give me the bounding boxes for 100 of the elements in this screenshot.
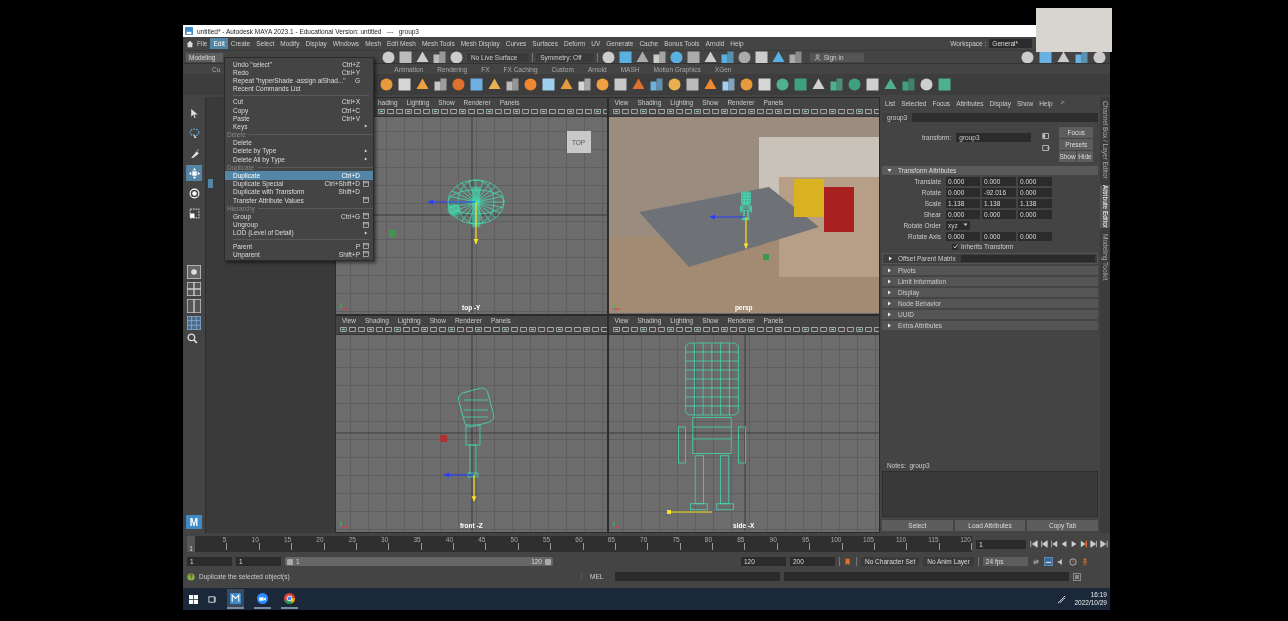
panel-tool-icon[interactable] bbox=[378, 108, 385, 115]
modeling-tool-icon[interactable] bbox=[847, 77, 862, 92]
inherits-transform-checkbox[interactable] bbox=[952, 243, 958, 250]
shelf-tool-icon[interactable] bbox=[469, 77, 484, 92]
wireframe-robot-drawing[interactable] bbox=[677, 342, 746, 511]
sound-icon[interactable] bbox=[1056, 557, 1065, 566]
collapse-arrow-icon[interactable] bbox=[887, 268, 892, 273]
video-call-app-icon[interactable] bbox=[257, 592, 268, 604]
render-tool-icon[interactable] bbox=[753, 49, 769, 65]
panel-tool-icon[interactable] bbox=[666, 326, 674, 333]
render-tool-icon[interactable] bbox=[787, 49, 803, 65]
wireframe-robot-drawing[interactable] bbox=[739, 191, 752, 221]
key-forward-icon[interactable] bbox=[1080, 540, 1088, 548]
key-settings-icon[interactable] bbox=[1043, 557, 1053, 566]
browser-app-icon[interactable] bbox=[284, 592, 295, 604]
modeling-tool-icon[interactable] bbox=[919, 77, 934, 92]
panel-tool-icon[interactable] bbox=[801, 326, 809, 333]
pivot-handle[interactable] bbox=[440, 435, 447, 442]
panel-tool-icon[interactable] bbox=[774, 326, 782, 333]
panel-tool-icon[interactable] bbox=[405, 108, 412, 115]
shelf-tool-icon[interactable] bbox=[559, 77, 574, 92]
task-view-icon[interactable] bbox=[208, 594, 217, 604]
step-forward-icon[interactable] bbox=[1090, 540, 1098, 548]
option-box-icon[interactable] bbox=[363, 213, 369, 220]
panel-tool-icon[interactable] bbox=[828, 326, 836, 333]
render-tool-icon[interactable] bbox=[617, 49, 633, 65]
panel-tool-icon[interactable] bbox=[747, 108, 755, 115]
panel-tool-icon[interactable] bbox=[801, 108, 809, 115]
maya-logo[interactable]: M bbox=[186, 515, 202, 529]
panel-tool-icon[interactable] bbox=[693, 108, 701, 115]
layout-tool-icon[interactable] bbox=[1092, 49, 1107, 65]
panel-tool-icon[interactable] bbox=[774, 108, 782, 115]
modeling-tool-icon[interactable] bbox=[937, 77, 952, 92]
layout-tool-icon[interactable] bbox=[1074, 49, 1089, 65]
skip-end-icon[interactable] bbox=[1100, 540, 1108, 548]
panel-tool-icon[interactable] bbox=[828, 108, 836, 115]
panel-tool-icon[interactable] bbox=[421, 326, 428, 333]
move-manipulator-drawing[interactable] bbox=[443, 472, 477, 502]
collapse-arrow-icon[interactable] bbox=[887, 279, 892, 284]
snap-tool-icon[interactable] bbox=[398, 49, 413, 65]
snap-tool-icon[interactable] bbox=[432, 49, 447, 65]
shelf-tool-icon[interactable] bbox=[433, 77, 448, 92]
modeling-tool-icon[interactable] bbox=[829, 77, 844, 92]
panel-tool-icon[interactable] bbox=[540, 108, 547, 115]
shelf-tool-icon[interactable] bbox=[379, 77, 394, 92]
character-icon[interactable] bbox=[1080, 557, 1089, 566]
panel-tool-icon[interactable] bbox=[747, 326, 755, 333]
panel-tool-icon[interactable] bbox=[666, 108, 674, 115]
shelf-tool-icon[interactable] bbox=[451, 77, 466, 92]
option-box-icon[interactable] bbox=[363, 251, 369, 258]
panel-tool-icon[interactable] bbox=[340, 326, 347, 333]
layout-tool-icon[interactable] bbox=[1056, 49, 1071, 65]
option-box-icon[interactable] bbox=[363, 243, 369, 250]
wireframe-ball-drawing[interactable] bbox=[447, 179, 505, 228]
move-tool[interactable] bbox=[186, 165, 202, 181]
scale-manipulator-drawing[interactable] bbox=[666, 510, 713, 514]
key-back-icon[interactable] bbox=[1050, 540, 1058, 548]
layout-tool-icon[interactable] bbox=[1020, 49, 1035, 65]
move-manipulator-drawing[interactable] bbox=[708, 214, 748, 250]
wireframe-robot-side-drawing[interactable] bbox=[456, 386, 496, 478]
panel-tool-icon[interactable] bbox=[529, 326, 536, 333]
render-tool-icon[interactable] bbox=[719, 49, 735, 65]
shelf-tool-icon[interactable] bbox=[523, 77, 538, 92]
play-back-icon[interactable] bbox=[1060, 540, 1068, 548]
modeling-tool-icon[interactable] bbox=[811, 77, 826, 92]
option-box-icon[interactable] bbox=[363, 197, 369, 204]
expand-arrow-icon[interactable] bbox=[887, 168, 892, 173]
move-manipulator-drawing[interactable] bbox=[427, 199, 479, 245]
shelf-tool-icon[interactable] bbox=[667, 77, 682, 92]
render-tool-icon[interactable] bbox=[685, 49, 701, 65]
output-connection-icon[interactable] bbox=[1042, 144, 1051, 152]
option-box-icon[interactable] bbox=[363, 221, 369, 228]
panel-tool-icon[interactable] bbox=[486, 108, 493, 115]
collapse-arrow-icon[interactable] bbox=[887, 290, 892, 295]
snap-tool-icon[interactable] bbox=[449, 49, 464, 65]
panel-tool-icon[interactable] bbox=[720, 326, 728, 333]
shelf-tool-icon[interactable] bbox=[757, 77, 772, 92]
modeling-tool-icon[interactable] bbox=[901, 77, 916, 92]
shelf-tool-icon[interactable] bbox=[505, 77, 520, 92]
panel-tool-icon[interactable] bbox=[432, 108, 439, 115]
modeling-tool-icon[interactable] bbox=[793, 77, 808, 92]
shelf-tool-icon[interactable] bbox=[703, 77, 718, 92]
render-tool-icon[interactable] bbox=[600, 49, 616, 65]
panel-tool-icon[interactable] bbox=[693, 326, 701, 333]
panel-tool-icon[interactable] bbox=[475, 326, 482, 333]
maya-app-icon[interactable] bbox=[230, 592, 241, 604]
play-icon[interactable] bbox=[1070, 540, 1078, 548]
pin-icon[interactable] bbox=[1058, 100, 1065, 106]
layout-single-icon[interactable] bbox=[187, 265, 201, 279]
shelf-tool-icon[interactable] bbox=[415, 77, 430, 92]
skip-start-icon[interactable] bbox=[1030, 540, 1038, 548]
bookmark-icon[interactable] bbox=[844, 557, 852, 566]
modeling-tool-icon[interactable] bbox=[775, 77, 790, 92]
shelf-tool-icon[interactable] bbox=[541, 77, 556, 92]
anim-preferences-icon[interactable] bbox=[1068, 557, 1077, 566]
input-connection-icon[interactable] bbox=[1042, 132, 1051, 140]
panel-tool-icon[interactable] bbox=[583, 326, 590, 333]
panel-tool-icon[interactable] bbox=[612, 108, 620, 115]
panel-tool-icon[interactable] bbox=[855, 326, 863, 333]
panel-tool-icon[interactable] bbox=[448, 326, 455, 333]
